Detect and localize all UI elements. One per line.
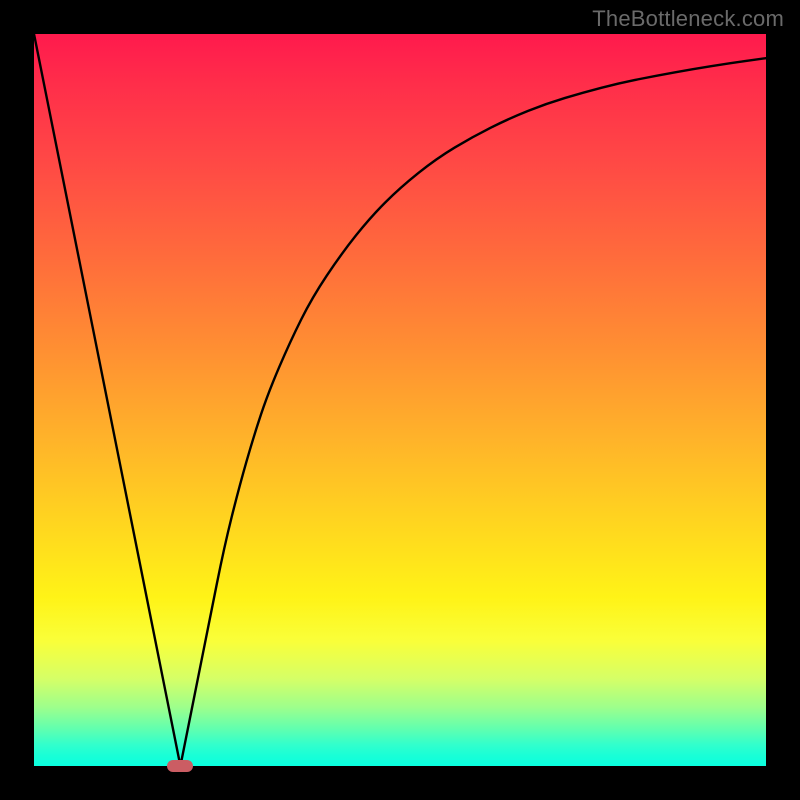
- watermark-text: TheBottleneck.com: [592, 6, 784, 32]
- bottleneck-curve: [34, 34, 766, 766]
- chart-frame: TheBottleneck.com: [0, 0, 800, 800]
- plot-area: [34, 34, 766, 766]
- optimal-marker: [167, 760, 193, 772]
